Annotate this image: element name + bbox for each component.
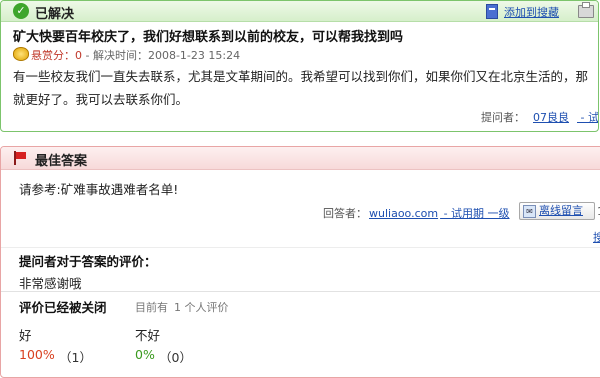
- asker-rating-comment: 非常感谢哦: [19, 276, 82, 291]
- offline-message-button[interactable]: ✉ 离线留言: [519, 202, 595, 220]
- message-icon: ✉: [523, 205, 536, 218]
- best-answer-header: 最佳答案: [1, 147, 600, 170]
- solved-header: ✓ 已解决 添加到搜藏: [1, 1, 598, 22]
- bad-vote-percent: 0%: [135, 347, 155, 362]
- asker-name-link[interactable]: 07良良: [533, 111, 569, 124]
- divider: [1, 247, 600, 248]
- best-answer-panel: 最佳答案 请参考:矿难事故遇难者名单! 回答者： wuliaoo.com - 试用…: [0, 146, 600, 378]
- answerer-name-link[interactable]: wuliaoo.com: [369, 207, 438, 220]
- add-to-search-link[interactable]: 添加到搜藏: [504, 4, 559, 20]
- question-meta: 悬赏分：0 - 解决时间：2008-1-23 15:24: [31, 47, 240, 63]
- answerer-row: 回答者： wuliaoo.com - 试用期 一级: [323, 205, 510, 221]
- asker-label: 提问者：: [481, 111, 525, 124]
- divider: [1, 291, 600, 292]
- reward-value: 0: [75, 49, 82, 62]
- answerer-label: 回答者：: [323, 207, 367, 220]
- evaluation-count: 目前有 1 个人评价: [135, 299, 235, 315]
- question-body: 有一些校友我们一直失去联系，尤其是文革期间的。我希望可以找到你们，如果你们又在北…: [13, 69, 589, 107]
- evaluation-count-prefix: 目前有: [135, 301, 168, 314]
- edge-search-link[interactable]: 搜: [593, 229, 600, 245]
- good-vote-label: 好: [19, 328, 32, 343]
- bookmark-icon[interactable]: [486, 4, 498, 19]
- bad-vote-label: 不好: [135, 328, 161, 343]
- asker-rating-heading: 提问者对于答案的评价：: [19, 254, 157, 269]
- best-answer-title: 最佳答案: [35, 154, 88, 169]
- check-icon: ✓: [13, 3, 29, 19]
- solved-time-label: - 解决时间：: [82, 49, 148, 62]
- solved-status-title: 已解决: [35, 7, 75, 22]
- flag-icon: [13, 151, 27, 165]
- question-title: 矿大快要百年校庆了，我们好想联系到以前的校友，可以帮我找到吗: [13, 30, 404, 45]
- solved-time: 2008-1-23 15:24: [147, 49, 241, 62]
- asker-row: 提问者： 07良良 - 试用: [481, 109, 598, 125]
- answer-text: 请参考:矿难事故遇难者名单!: [19, 182, 179, 197]
- asker-level-link[interactable]: - 试用: [577, 111, 598, 124]
- answerer-level-link[interactable]: - 试用期 一级: [440, 207, 510, 220]
- coin-icon: [13, 47, 29, 61]
- reward-label: 悬赏分：: [31, 49, 75, 62]
- bad-vote-count: （0）: [159, 350, 192, 365]
- good-vote-percent: 100%: [19, 347, 55, 362]
- evaluation-count-value: 1 个人评价: [174, 301, 229, 314]
- offline-message-label: 离线留言: [539, 204, 583, 217]
- evaluation-closed-label: 评价已经被关闭: [19, 300, 107, 315]
- print-icon[interactable]: [578, 2, 594, 18]
- good-vote-count: （1）: [59, 350, 92, 365]
- solved-question-panel: ✓ 已解决 添加到搜藏 矿大快要百年校庆了，我们好想联系到以前的校友，可以帮我找…: [0, 0, 599, 132]
